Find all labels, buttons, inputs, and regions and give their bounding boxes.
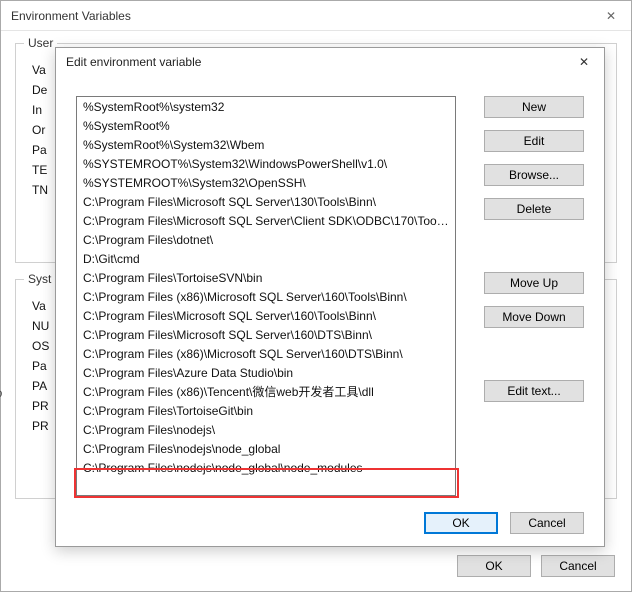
cancel-button[interactable]: Cancel: [510, 512, 584, 534]
move-down-button[interactable]: Move Down: [484, 306, 584, 328]
edit-env-var-dialog: Edit environment variable ✕ %SystemRoot%…: [55, 47, 605, 547]
env-vars-titlebar: Environment Variables ✕: [1, 1, 631, 31]
user-vars-legend: User: [24, 36, 57, 50]
path-list-item[interactable]: C:\Program Files (x86)\Microsoft SQL Ser…: [77, 344, 455, 363]
edit-button[interactable]: Edit: [484, 130, 584, 152]
edit-text-button[interactable]: Edit text...: [484, 380, 584, 402]
path-list-item[interactable]: C:\Program Files\nodejs\: [77, 420, 455, 439]
env-vars-close-icon[interactable]: ✕: [591, 1, 631, 31]
path-list-scroll[interactable]: %SystemRoot%\system32%SystemRoot%%System…: [77, 97, 455, 495]
browse-button[interactable]: Browse...: [484, 164, 584, 186]
path-list-item[interactable]: C:\Program Files (x86)\Tencent\微信web开发者工…: [77, 382, 455, 401]
path-list-item[interactable]: %SystemRoot%\System32\Wbem: [77, 135, 455, 154]
path-list-item[interactable]: %SYSTEMROOT%\System32\OpenSSH\: [77, 173, 455, 192]
path-list-item[interactable]: C:\Program Files\nodejs\node_global: [77, 439, 455, 458]
path-list-item[interactable]: C:\Program Files\Microsoft SQL Server\16…: [77, 306, 455, 325]
path-list-item[interactable]: C:\Program Files\Microsoft SQL Server\Cl…: [77, 211, 455, 230]
path-list-item[interactable]: C:\Program Files\Microsoft SQL Server\13…: [77, 192, 455, 211]
spacer: [484, 232, 584, 260]
path-list-item[interactable]: C:\Program Files\TortoiseGit\bin: [77, 401, 455, 420]
path-list-item[interactable]: C:\Program Files\nodejs\node_global\node…: [77, 458, 455, 477]
path-list-item[interactable]: C:\Program Files\Azure Data Studio\bin: [77, 363, 455, 382]
edit-env-var-titlebar: Edit environment variable ✕: [56, 48, 604, 76]
path-list-item[interactable]: %SystemRoot%\system32: [77, 97, 455, 116]
delete-button[interactable]: Delete: [484, 198, 584, 220]
edit-env-var-title: Edit environment variable: [66, 55, 201, 69]
new-button[interactable]: New: [484, 96, 584, 118]
spacer: [484, 340, 584, 368]
path-list-item[interactable]: %SYSTEMROOT%\System32\WindowsPowerShell\…: [77, 154, 455, 173]
env-vars-ok-button[interactable]: OK: [457, 555, 531, 577]
path-list-item[interactable]: D:\Git\cmd: [77, 249, 455, 268]
path-list-item[interactable]: %SystemRoot%: [77, 116, 455, 135]
dialog-footer: OK Cancel: [424, 512, 584, 534]
left-edge-label-co: Co: [0, 383, 2, 403]
path-list[interactable]: %SystemRoot%\system32%SystemRoot%%System…: [76, 96, 456, 496]
env-vars-cancel-button[interactable]: Cancel: [541, 555, 615, 577]
system-vars-legend: Syst: [24, 272, 55, 286]
ok-button[interactable]: OK: [424, 512, 498, 534]
edit-env-var-body: %SystemRoot%\system32%SystemRoot%%System…: [56, 76, 604, 546]
env-vars-footer: OK Cancel: [457, 555, 615, 577]
path-list-item[interactable]: C:\Program Files\Microsoft SQL Server\16…: [77, 325, 455, 344]
move-up-button[interactable]: Move Up: [484, 272, 584, 294]
path-list-item[interactable]: C:\Program Files\dotnet\: [77, 230, 455, 249]
path-list-item[interactable]: C:\Program Files\TortoiseSVN\bin: [77, 268, 455, 287]
path-list-item[interactable]: C:\Program Files (x86)\Microsoft SQL Ser…: [77, 287, 455, 306]
env-vars-title: Environment Variables: [11, 9, 131, 23]
side-button-column: New Edit Browse... Delete Move Up Move D…: [484, 96, 584, 402]
close-icon[interactable]: ✕: [564, 48, 604, 76]
